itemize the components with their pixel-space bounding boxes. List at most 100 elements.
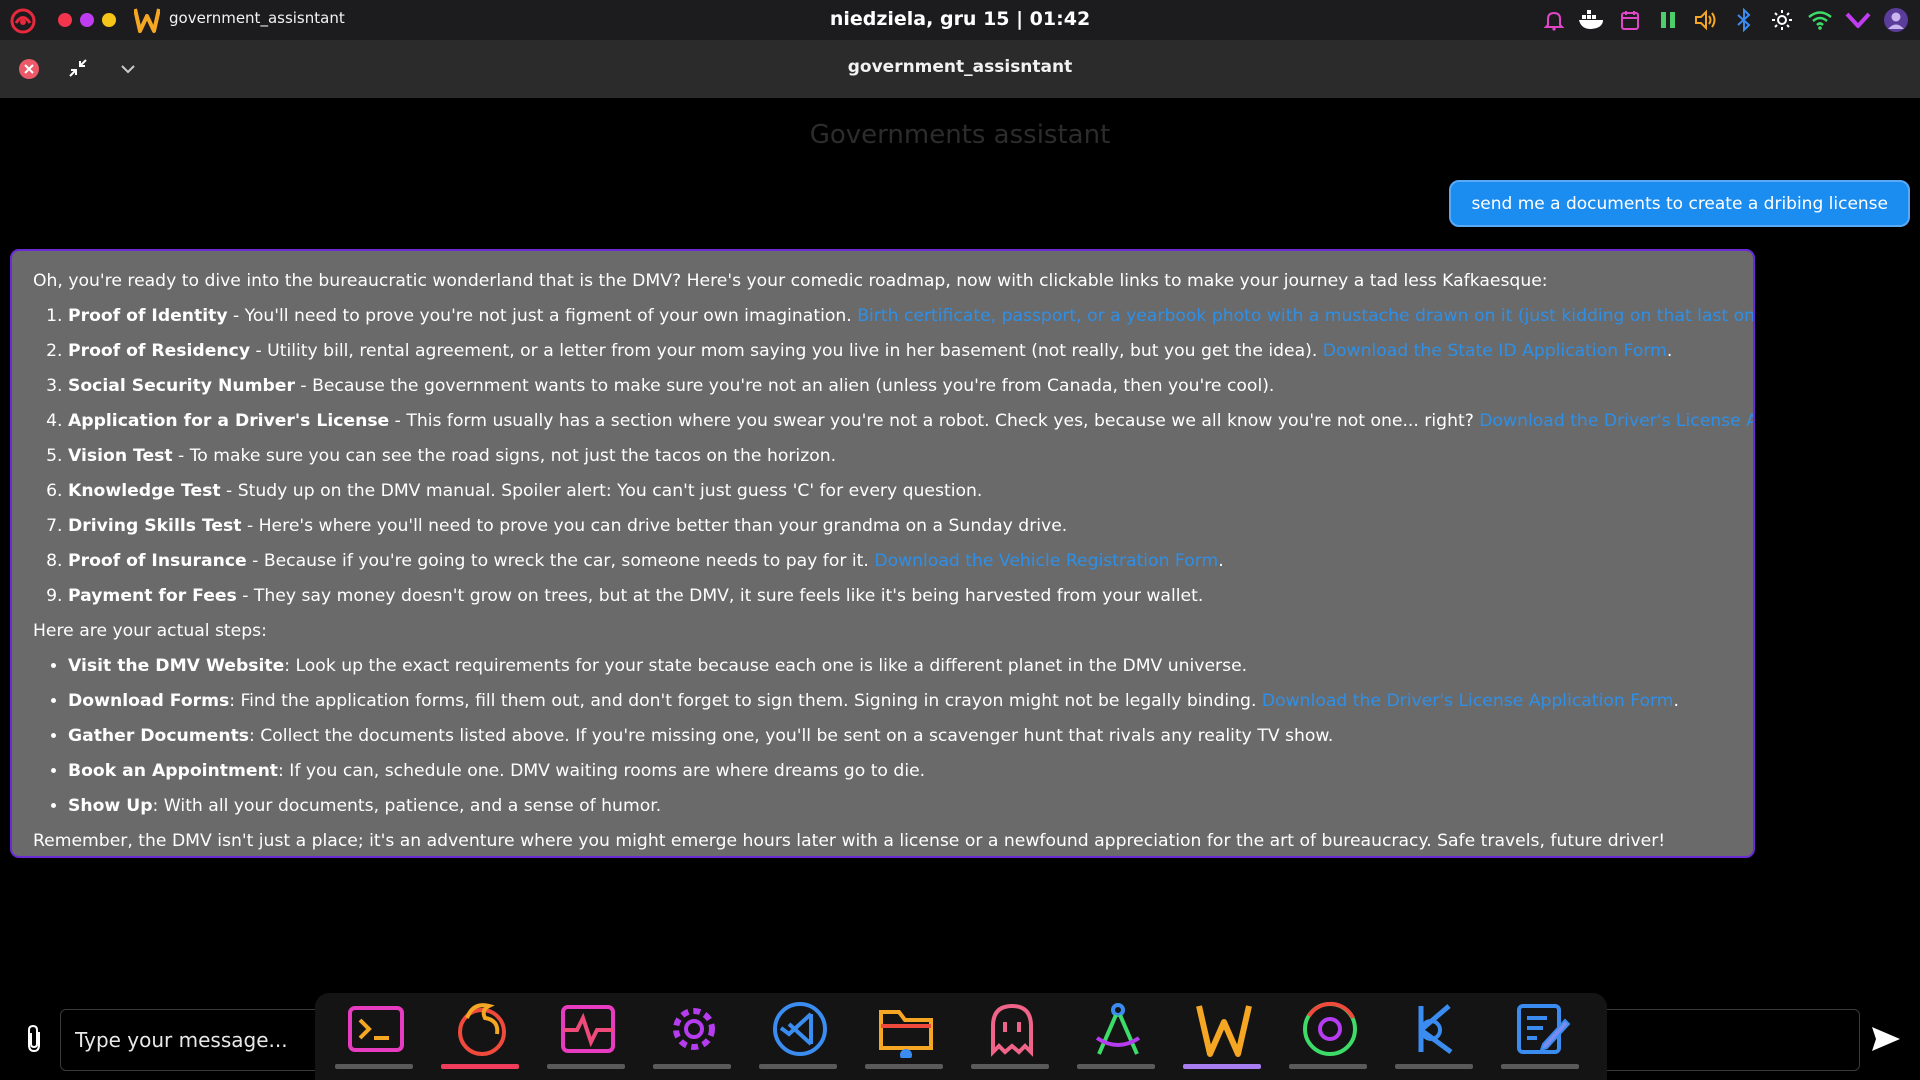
dock-settings[interactable]	[643, 993, 741, 1080]
chevron-down-icon[interactable]	[1844, 6, 1872, 34]
dock-w-app[interactable]	[1173, 993, 1271, 1080]
dock-vscode[interactable]	[749, 993, 847, 1080]
window-menu-chevron-icon[interactable]	[117, 58, 139, 80]
close-icon	[24, 64, 34, 74]
restore-icon[interactable]	[66, 56, 90, 80]
item-title: Social Security Number	[68, 376, 295, 396]
item-text: - They say money doesn't grow on trees, …	[236, 586, 1204, 606]
maximize-dot[interactable]	[102, 13, 116, 27]
dock-system-monitor[interactable]	[537, 993, 635, 1080]
distro-logo-icon[interactable]	[10, 8, 36, 34]
vscode-icon	[773, 1002, 827, 1056]
download-link[interactable]: Download the State ID Application Form	[1323, 341, 1667, 361]
requirement-item: Proof of Identity - You'll need to prove…	[68, 299, 1753, 334]
item-text: - Because if you're going to wreck the c…	[246, 551, 875, 571]
item-text: - To make sure you can see the road sign…	[172, 446, 837, 466]
window-controls	[58, 13, 116, 27]
download-link[interactable]: Birth certificate, passport, or a yearbo…	[857, 306, 1753, 326]
docker-icon[interactable]	[1578, 6, 1606, 34]
dock-file-manager[interactable]	[855, 993, 953, 1080]
dock-indicator	[1077, 1064, 1155, 1069]
item-title: Vision Test	[68, 446, 173, 466]
step-item: Gather Documents: Collect the documents …	[68, 719, 1753, 754]
assistant-outro: Remember, the DMV isn't just a place; it…	[33, 831, 1666, 851]
active-app-name: government_assisntant	[169, 9, 345, 27]
requirement-item: Social Security Number - Because the gov…	[68, 369, 1753, 404]
w-app-icon	[134, 8, 160, 33]
window-title: government_assisntant	[847, 57, 1073, 77]
avatar-icon[interactable]	[1882, 6, 1910, 34]
file-manager-icon	[879, 1010, 933, 1058]
dock-indicator	[1501, 1064, 1579, 1069]
item-punctuation: .	[1673, 691, 1679, 711]
terminal-icon	[348, 1006, 404, 1052]
item-title: Download Forms	[68, 691, 230, 711]
item-text: : With all your documents, patience, and…	[152, 796, 662, 816]
item-text: : Collect the documents listed above. If…	[249, 726, 1334, 746]
firefox-icon	[458, 1003, 506, 1056]
dock-indicator	[971, 1064, 1049, 1069]
bell-icon[interactable]	[1540, 6, 1568, 34]
page-title: Governments assistant	[809, 120, 1111, 150]
download-link[interactable]: Download the Vehicle Registration Form	[874, 551, 1218, 571]
user-message-bubble: send me a documents to create a dribing …	[1449, 180, 1910, 227]
dock-kde[interactable]	[1385, 993, 1483, 1080]
dock-indicator	[653, 1064, 731, 1069]
step-item: Show Up: With all your documents, patien…	[68, 789, 1753, 824]
requirement-item: Payment for Fees - They say money doesn'…	[68, 579, 1753, 614]
dock-indicator	[759, 1064, 837, 1069]
steps-list: Visit the DMV Website: Look up the exact…	[33, 649, 1753, 824]
bluetooth-icon[interactable]	[1730, 6, 1758, 34]
calendar-icon[interactable]	[1616, 6, 1644, 34]
requirements-list: Proof of Identity - You'll need to prove…	[33, 299, 1753, 614]
window-header: government_assisntant	[0, 40, 1920, 98]
item-text: - This form usually has a section where …	[389, 411, 1480, 431]
brightness-icon[interactable]	[1768, 6, 1796, 34]
dock-drafting[interactable]	[1067, 993, 1165, 1080]
close-dot[interactable]	[58, 13, 72, 27]
item-text: - Study up on the DMV manual. Spoiler al…	[220, 481, 983, 501]
chrome-icon	[1303, 1001, 1357, 1056]
dock-indicator	[1395, 1064, 1473, 1069]
ghost-icon	[991, 1003, 1033, 1057]
system-monitor-icon	[561, 1005, 615, 1053]
assistant-intro: Oh, you're ready to dive into the bureau…	[33, 271, 1548, 291]
dock-firefox[interactable]	[431, 993, 529, 1080]
item-punctuation: .	[1666, 341, 1673, 361]
download-link[interactable]: Download the Driver's License Applicatio…	[1479, 411, 1753, 431]
close-window-button[interactable]	[19, 59, 39, 79]
requirement-item: Proof of Insurance - Because if you're g…	[68, 544, 1753, 579]
item-punctuation: .	[1218, 551, 1224, 571]
w-app-icon	[1196, 1005, 1252, 1057]
send-icon[interactable]	[1870, 1024, 1902, 1054]
item-title: Knowledge Test	[68, 481, 221, 501]
item-title: Proof of Residency	[68, 341, 251, 361]
item-text: - You'll need to prove you're not just a…	[227, 306, 858, 326]
item-title: Payment for Fees	[68, 586, 237, 606]
minimize-dot[interactable]	[80, 13, 94, 27]
dock-indicator	[1183, 1064, 1261, 1069]
item-text: : If you can, schedule one. DMV waiting …	[278, 761, 926, 781]
item-title: Show Up	[68, 796, 153, 816]
requirement-item: Knowledge Test - Study up on the DMV man…	[68, 474, 1753, 509]
requirement-item: Driving Skills Test - Here's where you'l…	[68, 509, 1753, 544]
dock-indicator	[335, 1064, 413, 1069]
download-link[interactable]: Download the Driver's License Applicatio…	[1262, 691, 1674, 711]
attachment-icon[interactable]	[22, 1024, 48, 1054]
kde-connect-icon	[1418, 1004, 1453, 1055]
dock-text-editor[interactable]	[1491, 993, 1589, 1080]
dock-ghost[interactable]	[961, 993, 1059, 1080]
pause-icon[interactable]	[1654, 6, 1682, 34]
step-item: Visit the DMV Website: Look up the exact…	[68, 649, 1753, 684]
dock-indicator	[441, 1064, 519, 1069]
dock-terminal[interactable]	[325, 993, 423, 1080]
item-text: - Because the government wants to make s…	[294, 376, 1275, 396]
dock-chrome[interactable]	[1279, 993, 1377, 1080]
volume-icon[interactable]	[1692, 6, 1720, 34]
top-panel: government_assisntant niedziela, gru 15 …	[0, 0, 1920, 40]
step-item: Book an Appointment: If you can, schedul…	[68, 754, 1753, 789]
drafting-compass-icon	[1095, 1003, 1141, 1055]
wifi-icon[interactable]	[1806, 6, 1834, 34]
item-text: - Here's where you'll need to prove you …	[241, 516, 1068, 536]
dock-indicator	[865, 1064, 943, 1069]
